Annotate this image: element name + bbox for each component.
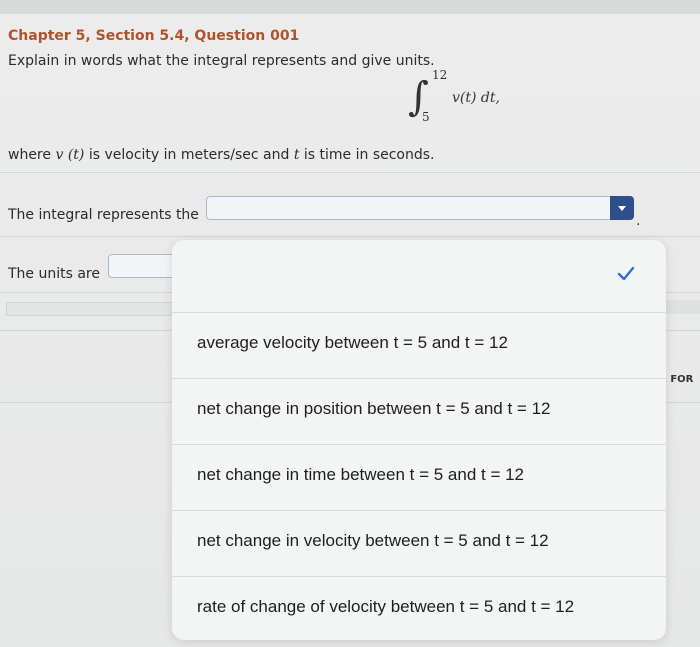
option-label: rate of change of velocity between t = 5…	[197, 597, 575, 616]
integral-expression: ∫ 12 5 v(t) dt,	[400, 68, 540, 128]
units-label: The units are	[8, 266, 100, 282]
dropdown-option[interactable]: net change in time between t = 5 and t =…	[172, 444, 666, 510]
background-field	[6, 302, 176, 316]
checkmark-icon	[617, 266, 635, 281]
question-prompt: Explain in words what the integral repre…	[8, 53, 435, 69]
sentence-period: .	[636, 213, 641, 229]
dropdown-popup[interactable]: average velocity between t = 5 and t = 1…	[172, 240, 666, 640]
dropdown-option[interactable]: net change in velocity between t = 5 and…	[172, 510, 666, 576]
dropdown-option[interactable]: net change in position between t = 5 and…	[172, 378, 666, 444]
chevron-down-icon[interactable]	[610, 196, 634, 220]
option-label: average velocity between t = 5 and t = 1…	[197, 333, 508, 352]
integral-represents-select[interactable]	[206, 196, 634, 220]
dropdown-option[interactable]: average velocity between t = 5 and t = 1…	[172, 312, 666, 378]
integral-lower-limit: 5	[422, 110, 430, 124]
integral-represents-label: The integral represents the	[8, 207, 199, 223]
integral-upper-limit: 12	[432, 68, 448, 82]
integrand: v(t) dt,	[452, 90, 500, 106]
where-v: v (t)	[55, 147, 85, 163]
background-bar	[660, 300, 700, 314]
where-mid: is velocity in meters/sec and	[84, 147, 294, 163]
question-title: Chapter 5, Section 5.4, Question 001	[8, 28, 300, 44]
units-select[interactable]	[108, 254, 178, 278]
variable-definition: where v (t) is velocity in meters/sec an…	[8, 147, 435, 163]
option-label: net change in time between t = 5 and t =…	[197, 465, 525, 484]
where-pre: where	[8, 147, 56, 163]
top-strip	[0, 0, 700, 14]
divider	[0, 236, 700, 237]
dropdown-option[interactable]: rate of change of velocity between t = 5…	[172, 576, 666, 642]
where-post: is time in seconds.	[299, 147, 435, 163]
option-label: net change in velocity between t = 5 and…	[197, 531, 549, 550]
divider	[0, 172, 700, 173]
option-label: net change in position between t = 5 and…	[197, 399, 551, 418]
